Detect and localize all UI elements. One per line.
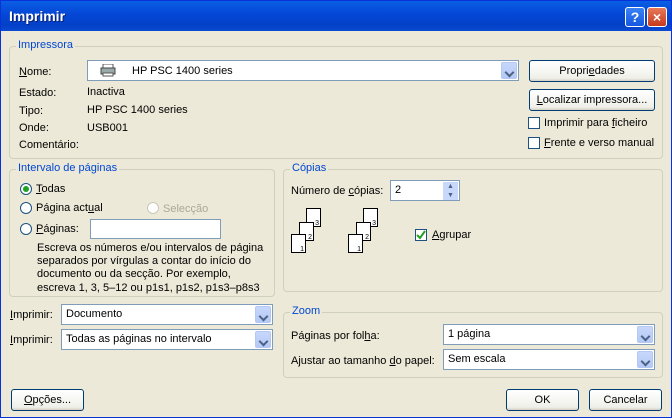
range-current-label[interactable]: Página actual — [36, 202, 103, 214]
scale-select[interactable]: Sem escala — [443, 349, 655, 370]
print-which-label: Imprimir: — [10, 334, 53, 346]
collate-page-1a: 1 — [291, 234, 306, 253]
range-selection-label: Selecção — [163, 203, 209, 215]
pages-per-sheet-value: 1 página — [448, 328, 491, 340]
collate-page-1b: 1 — [348, 234, 363, 253]
chevron-down-icon[interactable] — [255, 306, 271, 323]
print-to-file-checkbox[interactable] — [528, 117, 540, 129]
range-selection-radio — [147, 202, 159, 214]
printer-name-select[interactable]: HP PSC 1400 series — [87, 60, 519, 81]
properties-button[interactable]: Propriedades — [529, 60, 655, 82]
pages-per-sheet-select[interactable]: 1 página — [443, 324, 655, 345]
range-pages-label[interactable]: Páginas: — [36, 223, 79, 235]
pages-input[interactable] — [90, 219, 221, 239]
range-help-line-4: escreva 1, 3, 5–12 ou p1s1, p1s2, p1s3–p… — [37, 282, 260, 294]
help-button[interactable]: ? — [625, 7, 645, 27]
range-help-line-2: separados por vírgulas a contar do iníci… — [37, 255, 252, 267]
print-dialog: Imprimir ? × Impressora Nome: HP PSC 140… — [0, 0, 672, 418]
printer-icon — [100, 63, 116, 77]
zoom-legend: Zoom — [290, 305, 323, 317]
options-button[interactable]: Opções... — [11, 389, 84, 411]
title-bar[interactable]: Imprimir ? × — [1, 1, 671, 31]
where-value: USB001 — [87, 122, 128, 134]
duplex-label[interactable]: Frente e verso manual — [544, 137, 654, 149]
pages-per-sheet-label: Páginas por folha: — [291, 330, 380, 342]
copies-legend: Cópias — [290, 162, 329, 174]
spin-down-icon[interactable]: ▼ — [443, 191, 458, 200]
range-help-line-1: Escreva os números e/ou intervalos de pá… — [37, 242, 264, 254]
chevron-down-icon[interactable] — [255, 331, 271, 348]
copies-count-spinner[interactable]: 2 ▲ ▼ — [390, 180, 460, 201]
page-range-legend: Intervalo de páginas — [16, 162, 120, 174]
printer-name-value: HP PSC 1400 series — [132, 65, 233, 77]
type-value: HP PSC 1400 series — [87, 104, 188, 116]
checkmark-icon — [416, 230, 426, 240]
print-which-value: Todas as páginas no intervalo — [66, 333, 212, 345]
dialog-title: Imprimir — [9, 8, 66, 24]
range-pages-radio[interactable] — [20, 223, 32, 235]
chevron-down-icon[interactable] — [637, 351, 653, 368]
range-all-label[interactable]: Todas — [36, 183, 65, 195]
type-label: Tipo: — [19, 105, 44, 117]
copies-count-label: Número de cópias: — [291, 185, 384, 197]
print-which-select[interactable]: Todas as páginas no intervalo — [61, 329, 273, 350]
status-value: Inactiva — [87, 86, 125, 98]
print-what-value: Documento — [66, 308, 123, 320]
find-printer-button[interactable]: Localizar impressora... — [529, 89, 655, 111]
range-current-radio[interactable] — [20, 202, 32, 214]
collate-label[interactable]: Agrupar — [432, 229, 471, 241]
where-label: Onde: — [19, 122, 49, 134]
duplex-checkbox[interactable] — [528, 137, 540, 149]
scale-value: Sem escala — [448, 353, 506, 365]
cancel-button[interactable]: Cancelar — [589, 389, 662, 411]
chevron-down-icon[interactable] — [501, 62, 517, 79]
range-all-radio[interactable] — [20, 183, 32, 195]
copies-count-value: 2 — [395, 184, 402, 196]
collate-checkbox[interactable] — [415, 229, 427, 241]
print-what-select[interactable]: Documento — [61, 304, 273, 325]
status-label: Estado: — [19, 87, 57, 99]
ok-button[interactable]: OK — [506, 389, 579, 411]
chevron-down-icon[interactable] — [637, 326, 653, 343]
scale-label: Ajustar ao tamanho do papel: — [291, 355, 435, 367]
printer-legend: Impressora — [16, 39, 76, 51]
collate-illustration: 3 2 1 3 2 1 — [291, 208, 391, 260]
print-to-file-label[interactable]: Imprimir para ficheiro — [544, 117, 647, 129]
close-button[interactable]: × — [647, 7, 667, 27]
range-help-line-3: documento ou da secção. Por exemplo, — [37, 268, 231, 280]
printer-name-label: Nome: — [19, 66, 52, 78]
comment-label: Comentário: — [19, 139, 79, 151]
print-what-label: Imprimir: — [10, 309, 53, 321]
